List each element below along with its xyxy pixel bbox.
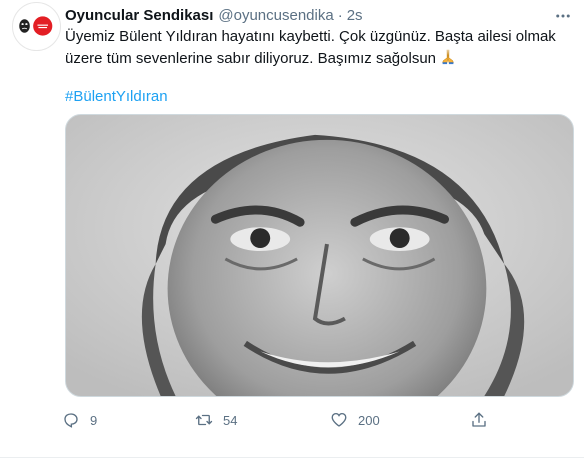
folded-hands-icon: [439, 47, 457, 71]
more-icon[interactable]: [548, 4, 578, 28]
timestamp[interactable]: 2s: [347, 7, 363, 24]
separator-dot: ·: [337, 6, 343, 24]
tweet-card[interactable]: Oyuncular Sendikası @oyuncusendika · 2s …: [0, 0, 584, 458]
tweet-text: Üyemiz Bülent Yıldıran hayatını kaybetti…: [65, 27, 565, 71]
reply-count: 9: [90, 412, 98, 428]
avatar[interactable]: [12, 2, 61, 51]
retweet-count: 54: [223, 412, 238, 428]
user-handle[interactable]: @oyuncusendika: [218, 7, 333, 24]
tweet-header: Oyuncular Sendikası @oyuncusendika · 2s: [65, 4, 363, 26]
share-icon: [468, 409, 490, 431]
avatar-logo: [19, 16, 53, 36]
like-icon: [328, 409, 350, 431]
tweet-text-segment: üzere tüm sevenlerine sabır diliyoruz. B…: [65, 50, 437, 67]
tweet-text-line: Üyemiz Bülent Yıldıran hayatını kaybetti…: [65, 28, 556, 45]
share-button[interactable]: [468, 408, 490, 432]
like-button[interactable]: 200: [328, 408, 380, 432]
display-name[interactable]: Oyuncular Sendikası: [65, 7, 213, 24]
portrait-image: [66, 115, 573, 396]
tweet-actions: 9 54 200: [60, 408, 540, 432]
hashtag-link[interactable]: #BülentYıldıran: [65, 87, 168, 107]
tweet-photo[interactable]: [65, 114, 574, 397]
like-count: 200: [358, 412, 380, 428]
reply-icon: [60, 409, 82, 431]
retweet-button[interactable]: 54: [193, 408, 237, 432]
tweet-text-line: üzere tüm sevenlerine sabır diliyoruz. B…: [65, 47, 565, 71]
retweet-icon: [193, 409, 215, 431]
reply-button[interactable]: 9: [60, 408, 97, 432]
